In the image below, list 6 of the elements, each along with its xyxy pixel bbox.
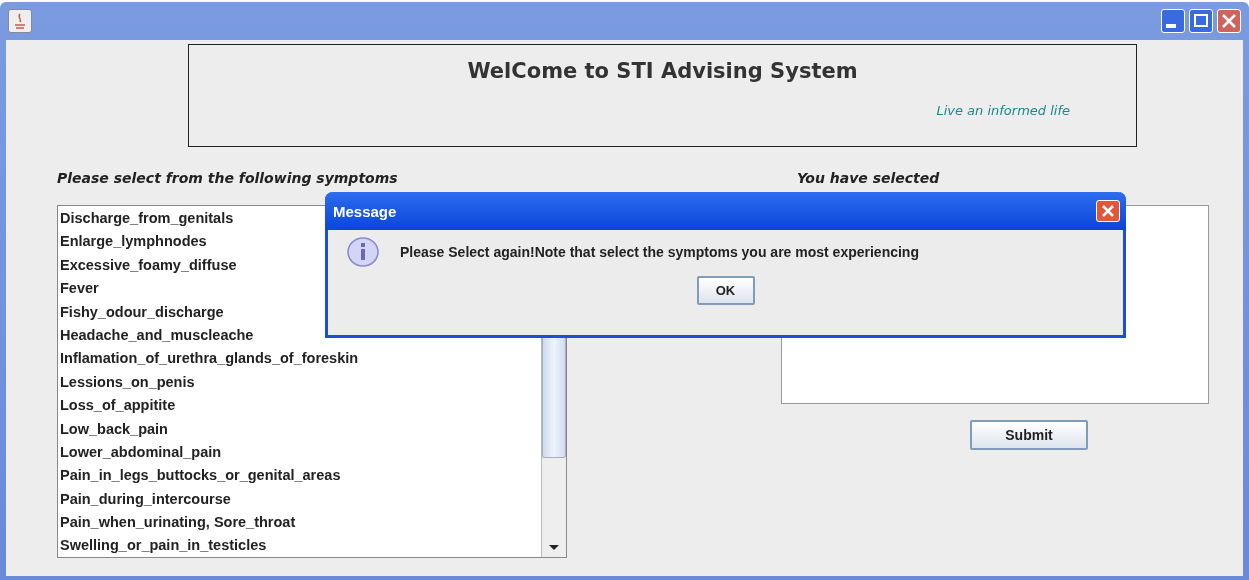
dialog-message: Please Select again!Note that select the symptoms you are most experiencing [400,244,919,260]
selected-label: You have selected [797,170,941,188]
tagline: Live an informed life [936,103,1070,118]
dialog-title: Message [333,202,398,220]
symptoms-label: Please select from the following symptoms [57,170,399,188]
app-title: WelCome to STI Advising System [467,59,858,83]
